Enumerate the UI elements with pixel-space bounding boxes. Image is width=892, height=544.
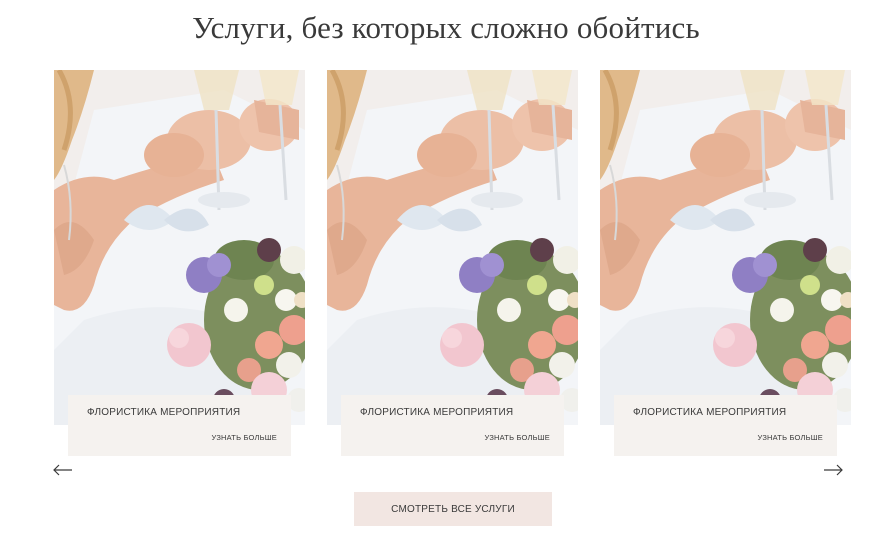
learn-more-link[interactable]: УЗНАТЬ БОЛЬШЕ <box>212 433 277 442</box>
service-caption: ФЛОРИСТИКА МЕРОПРИЯТИЯ УЗНАТЬ БОЛЬШЕ <box>614 395 837 456</box>
service-title[interactable]: ФЛОРИСТИКА МЕРОПРИЯТИЯ <box>360 407 513 418</box>
service-photo[interactable] <box>600 70 851 425</box>
service-title[interactable]: ФЛОРИСТИКА МЕРОПРИЯТИЯ <box>633 407 786 418</box>
view-all-services-button[interactable]: СМОТРЕТЬ ВСЕ УСЛУГИ <box>354 492 552 526</box>
service-title[interactable]: ФЛОРИСТИКА МЕРОПРИЯТИЯ <box>87 407 240 418</box>
learn-more-link[interactable]: УЗНАТЬ БОЛЬШЕ <box>485 433 550 442</box>
carousel-next-button[interactable] <box>822 462 844 478</box>
section-title: Услуги, без которых сложно обойтись <box>192 10 700 45</box>
service-caption: ФЛОРИСТИКА МЕРОПРИЯТИЯ УЗНАТЬ БОЛЬШЕ <box>341 395 564 456</box>
service-photo[interactable] <box>327 70 578 425</box>
wedding-photo-image <box>327 70 578 425</box>
service-card-1[interactable]: ФЛОРИСТИКА МЕРОПРИЯТИЯ УЗНАТЬ БОЛЬШЕ <box>54 70 305 456</box>
wedding-photo-image <box>600 70 851 425</box>
arrow-left-icon <box>53 464 72 476</box>
service-caption: ФЛОРИСТИКА МЕРОПРИЯТИЯ УЗНАТЬ БОЛЬШЕ <box>68 395 291 456</box>
carousel-prev-button[interactable] <box>52 462 74 478</box>
service-photo[interactable] <box>54 70 305 425</box>
wedding-photo-image <box>54 70 305 425</box>
arrow-right-icon <box>824 464 843 476</box>
service-card-3[interactable]: ФЛОРИСТИКА МЕРОПРИЯТИЯ УЗНАТЬ БОЛЬШЕ <box>600 70 851 456</box>
learn-more-link[interactable]: УЗНАТЬ БОЛЬШЕ <box>758 433 823 442</box>
service-card-2[interactable]: ФЛОРИСТИКА МЕРОПРИЯТИЯ УЗНАТЬ БОЛЬШЕ <box>327 70 578 456</box>
